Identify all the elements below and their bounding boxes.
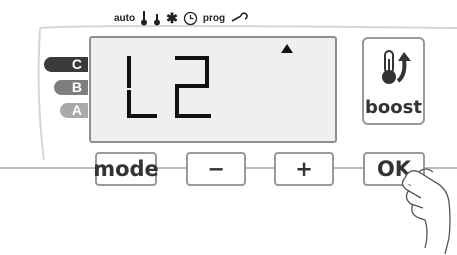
thermometer-icon — [153, 10, 161, 26]
clock-icon — [183, 11, 198, 26]
svg-text:L2: L2 — [121, 52, 123, 53]
minus-button[interactable]: − — [186, 152, 246, 186]
thermometer-icon — [140, 10, 148, 26]
boost-button[interactable]: boost — [362, 37, 425, 125]
mode-button[interactable]: mode — [93, 152, 159, 186]
snowflake-icon: ✱ — [166, 9, 178, 26]
prog-label: prog — [202, 12, 226, 24]
auto-label: auto — [114, 12, 136, 24]
boost-label: boost — [365, 97, 422, 118]
thermometer-up-icon — [378, 49, 414, 94]
plus-button[interactable]: + — [274, 152, 334, 186]
level-c-indicator: C — [44, 57, 88, 72]
level-a-indicator: A — [60, 103, 88, 118]
triangle-up-icon — [281, 44, 293, 53]
pointing-hand-icon — [401, 168, 451, 255]
level-b-indicator: B — [54, 80, 88, 95]
lcd-value: L2 — [121, 52, 211, 118]
mode-icon-strip: auto ✱ prog — [114, 9, 248, 27]
wrench-icon — [230, 12, 248, 24]
lcd-display: L2 — [89, 36, 337, 143]
